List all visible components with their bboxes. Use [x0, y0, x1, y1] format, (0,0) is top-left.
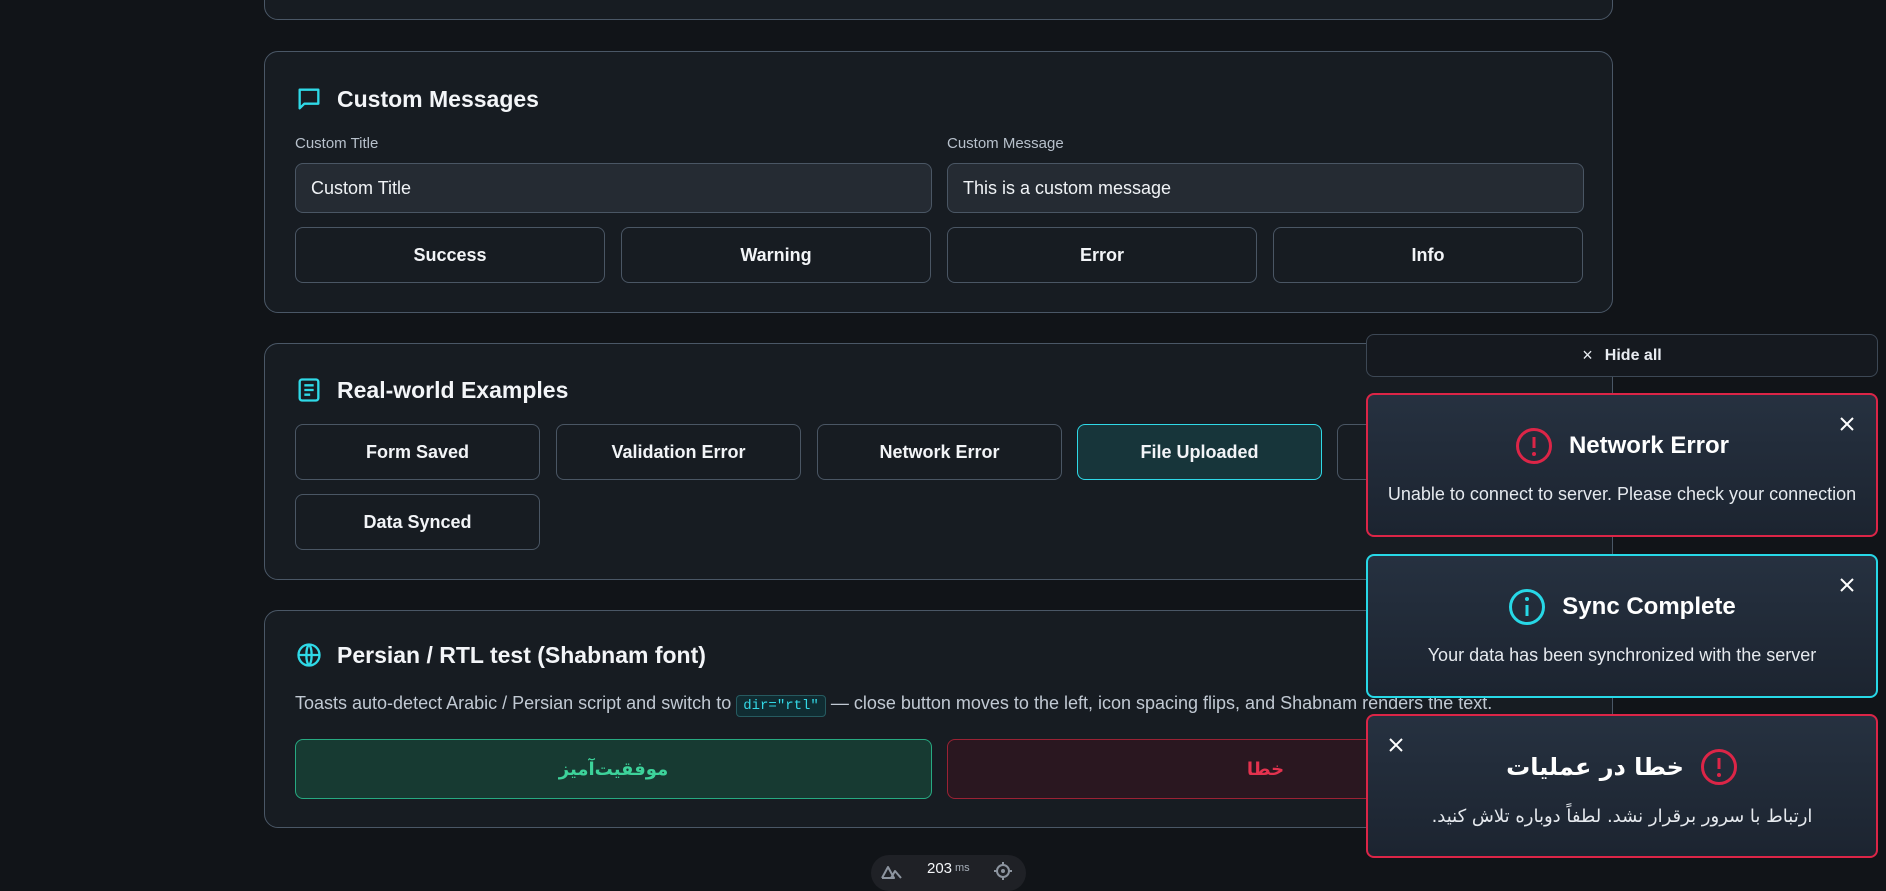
list-document-icon	[298, 378, 320, 402]
custom-messages-title: Custom Messages	[337, 85, 539, 112]
real-world-examples-heading: Real-world Examples	[295, 376, 568, 404]
custom-title-label: Custom Title	[295, 135, 379, 152]
data-synced-button[interactable]: Data Synced	[295, 494, 540, 550]
sync-complete-message: Your data has been synchronized with the…	[1427, 645, 1817, 665]
network-error-title: Network Error	[1568, 432, 1730, 459]
network-error-message: Unable to connect to server. Please chec…	[1387, 484, 1857, 504]
file-uploaded-button[interactable]: File Uploaded	[1077, 424, 1322, 480]
real-world-examples-title: Real-world Examples	[337, 376, 569, 403]
hide-all-button[interactable]: × Hide all	[1366, 334, 1878, 377]
rtl-description: Toasts auto-detect Arabic / Persian scri…	[295, 693, 1492, 717]
custom-messages-heading: Custom Messages	[295, 85, 539, 113]
alert-circle-icon	[1700, 749, 1737, 785]
network-error-button[interactable]: Network Error	[817, 424, 1062, 480]
validation-error-button[interactable]: Validation Error	[556, 424, 801, 480]
info-circle-icon	[1509, 589, 1546, 625]
message-square-icon	[298, 88, 320, 110]
network-error-title-row: Network Error	[1368, 427, 1876, 465]
target-icon[interactable]	[994, 862, 1012, 880]
persian-success-button[interactable]: موفقیت‌آمیز	[295, 739, 932, 799]
custom-message-input[interactable]: This is a custom message	[947, 163, 1584, 213]
sync-complete-title: Sync Complete	[1562, 593, 1736, 620]
info-button[interactable]: Info	[1273, 227, 1583, 283]
warning-button[interactable]: Warning	[621, 227, 931, 283]
success-button[interactable]: Success	[295, 227, 605, 283]
network-error-toast[interactable]: Network Error Unable to connect to serve…	[1366, 393, 1878, 537]
custom-messages-card: Custom Messages Custom Title Custom Titl…	[264, 51, 1613, 313]
dir-rtl-code: dir="rtl"	[736, 695, 826, 717]
rtl-description-start: Toasts auto-detect Arabic / Persian scri…	[295, 693, 737, 713]
globe-icon	[297, 643, 321, 667]
timing-unit: ms	[955, 862, 970, 874]
persian-rtl-heading: Persian / RTL test (Shabnam font)	[295, 641, 706, 669]
persian-error-title-row: خطا در عملیات	[1368, 748, 1876, 786]
hide-all-label: Hide all	[1604, 346, 1662, 364]
nuxt-icon	[881, 866, 902, 879]
persian-error-toast[interactable]: خطا در عملیات ارتباط با سرور برقرار نشد.…	[1366, 714, 1878, 858]
error-button[interactable]: Error	[947, 227, 1257, 283]
form-saved-button[interactable]: Form Saved	[295, 424, 540, 480]
close-icon: ×	[1582, 345, 1593, 365]
custom-title-input[interactable]: Custom Title	[295, 163, 932, 213]
persian-error-title: خطا در عملیات	[1506, 753, 1684, 781]
custom-message-label: Custom Message	[947, 135, 1064, 152]
persian-error-message: ارتباط با سرور برقرار نشد. لطفاً دوباره …	[1431, 806, 1813, 827]
alert-circle-icon	[1515, 428, 1552, 464]
sync-complete-title-row: Sync Complete	[1368, 588, 1876, 626]
persian-rtl-title: Persian / RTL test (Shabnam font)	[337, 641, 706, 668]
previous-card	[264, 0, 1613, 20]
sync-complete-toast[interactable]: Sync Complete Your data has been synchro…	[1366, 554, 1878, 698]
